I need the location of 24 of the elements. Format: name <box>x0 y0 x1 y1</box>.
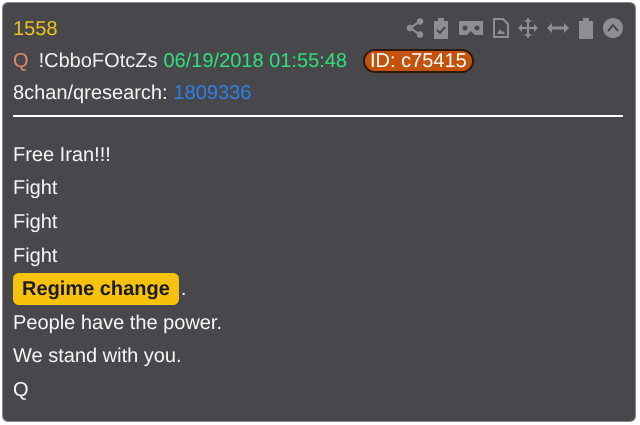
clipboard-icon[interactable] <box>578 17 594 39</box>
post-text-line: People have the power. <box>13 310 222 336</box>
highlighted-phrase: Regime change <box>13 273 179 306</box>
image-file-icon[interactable] <box>493 18 509 38</box>
post-text-line: We stand with you. <box>13 344 182 370</box>
post-text-line: Fight <box>13 176 58 202</box>
move-icon[interactable] <box>518 18 538 38</box>
share-icon[interactable] <box>406 18 424 38</box>
thread-link[interactable]: 1809336 <box>174 81 252 105</box>
post-number: 1558 <box>13 17 58 41</box>
post-text-line: Fight <box>13 244 58 269</box>
board-name: 8chan/qresearch: <box>13 81 168 105</box>
post-text-line: Q <box>13 378 29 403</box>
punctuation: . <box>180 277 186 302</box>
post-text-line: Fight <box>13 210 58 235</box>
clipboard-check-icon[interactable] <box>433 17 449 39</box>
vr-headset-icon[interactable] <box>458 20 484 36</box>
horizontal-arrows-icon[interactable] <box>547 22 569 34</box>
author-name: Q <box>13 49 29 73</box>
post-text-line: Free Iran!!! <box>13 142 111 168</box>
tripcode: !CbboFOtcZs <box>38 49 158 73</box>
id-badge: ID: c75415 <box>363 49 474 73</box>
scroll-up-icon[interactable] <box>603 18 623 38</box>
timestamp: 06/19/2018 01:55:48 <box>163 49 347 73</box>
